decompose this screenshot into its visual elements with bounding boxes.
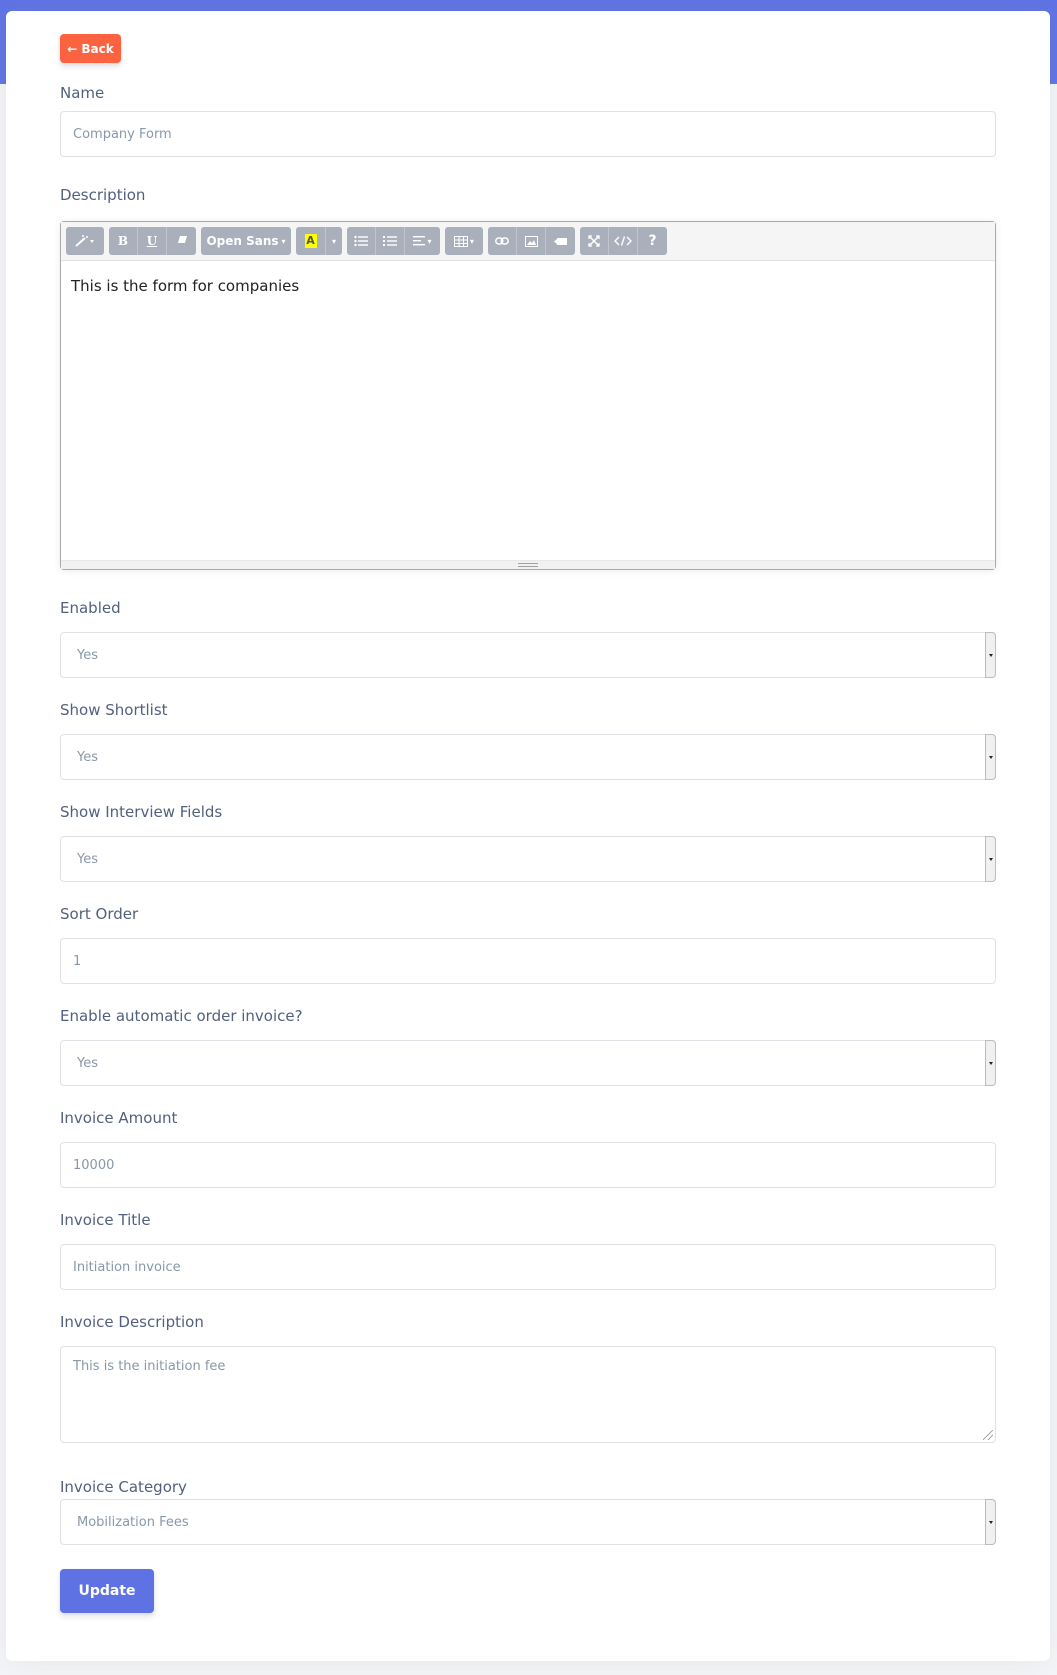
- invoice-category-select[interactable]: Mobilization Fees: [60, 1499, 996, 1545]
- bullet-list-icon: [354, 235, 368, 247]
- bold-button[interactable]: B: [109, 227, 138, 255]
- table-icon: [453, 235, 468, 247]
- caret-down-icon: [985, 734, 996, 780]
- highlight-dropdown[interactable]: ▾: [326, 227, 342, 255]
- arrow-left-icon: ←: [67, 41, 78, 56]
- unordered-list-button[interactable]: [347, 227, 376, 255]
- invoice-description-textarea[interactable]: This is the initiation fee: [60, 1346, 996, 1443]
- caret-down-icon: [985, 836, 996, 882]
- caret-down-icon: [985, 1499, 996, 1545]
- editor-toolbar: B U Open Sans ▾ A ▾ ▾ ▾ ?: [61, 222, 995, 261]
- enabled-selected-value: Yes: [77, 647, 98, 663]
- font-family-dropdown[interactable]: Open Sans ▾: [201, 227, 291, 255]
- show-shortlist-selected-value: Yes: [77, 749, 98, 765]
- name-input-value: Company Form: [73, 126, 172, 142]
- paragraph-align-dropdown[interactable]: ▾: [405, 227, 440, 255]
- auto-invoice-label: Enable automatic order invoice?: [60, 1007, 303, 1025]
- show-interview-fields-select[interactable]: Yes: [60, 836, 996, 882]
- align-left-icon: [413, 236, 426, 246]
- highlight-button[interactable]: A: [296, 227, 326, 255]
- editor-resize-handle[interactable]: [61, 560, 995, 569]
- auto-invoice-selected-value: Yes: [77, 1055, 98, 1071]
- caret-down-icon: ▾: [331, 236, 336, 246]
- underline-button[interactable]: U: [138, 227, 167, 255]
- numbered-list-icon: [383, 236, 397, 246]
- form-card: ← Back Name Company Form Description B U…: [6, 11, 1050, 1661]
- enabled-label: Enabled: [60, 599, 121, 617]
- description-label: Description: [60, 186, 146, 204]
- sort-order-value: 1: [73, 953, 82, 969]
- fullscreen-button[interactable]: [580, 227, 609, 255]
- caret-down-icon: ▾: [469, 236, 474, 246]
- highlight-icon: A: [304, 234, 317, 248]
- show-interview-fields-label: Show Interview Fields: [60, 803, 223, 821]
- sort-order-label: Sort Order: [60, 905, 139, 923]
- back-button[interactable]: ← Back: [60, 34, 121, 63]
- picture-icon: [524, 235, 538, 247]
- invoice-description-value: This is the initiation fee: [73, 1359, 226, 1374]
- description-editor-content[interactable]: This is the form for companies: [61, 261, 995, 561]
- ordered-list-button[interactable]: [376, 227, 405, 255]
- show-interview-fields-selected-value: Yes: [77, 851, 98, 867]
- eraser-icon: [176, 236, 187, 246]
- invoice-category-selected-value: Mobilization Fees: [77, 1514, 189, 1530]
- insert-link-button[interactable]: [488, 227, 517, 255]
- invoice-amount-value: 10000: [73, 1157, 115, 1173]
- magic-wand-icon: [75, 235, 94, 247]
- style-magic-button[interactable]: [66, 227, 104, 255]
- underline-button-label: U: [146, 234, 158, 248]
- description-content-text: This is the form for companies: [71, 277, 300, 295]
- invoice-amount-input[interactable]: 10000: [60, 1142, 996, 1188]
- name-input[interactable]: Company Form: [60, 111, 996, 157]
- link-icon: [495, 237, 509, 245]
- caret-down-icon: [985, 632, 996, 678]
- auto-invoice-select[interactable]: Yes: [60, 1040, 996, 1086]
- code-icon: [614, 236, 632, 246]
- enabled-select[interactable]: Yes: [60, 632, 996, 678]
- back-button-label: Back: [81, 41, 114, 56]
- show-shortlist-label: Show Shortlist: [60, 701, 168, 719]
- invoice-category-label: Invoice Category: [60, 1478, 187, 1496]
- sort-order-input[interactable]: 1: [60, 938, 996, 984]
- show-shortlist-select[interactable]: Yes: [60, 734, 996, 780]
- caret-down-icon: [985, 1040, 996, 1086]
- invoice-title-label: Invoice Title: [60, 1211, 151, 1229]
- bold-button-label: B: [117, 234, 129, 248]
- update-button[interactable]: Update: [60, 1569, 154, 1613]
- expand-icon: [588, 235, 600, 247]
- caret-down-icon: ▾: [281, 236, 286, 246]
- invoice-title-input[interactable]: Initiation invoice: [60, 1244, 996, 1290]
- name-label: Name: [60, 84, 105, 102]
- textarea-resize-icon[interactable]: [983, 1430, 993, 1440]
- insert-picture-button[interactable]: [517, 227, 546, 255]
- invoice-description-label: Invoice Description: [60, 1313, 204, 1331]
- video-icon: [554, 237, 567, 245]
- resize-grip-icon: [518, 563, 538, 567]
- caret-down-icon: ▾: [427, 236, 432, 246]
- clear-format-button[interactable]: [167, 227, 196, 255]
- invoice-title-value: Initiation invoice: [73, 1259, 181, 1275]
- help-button[interactable]: ?: [638, 227, 667, 255]
- help-icon: ?: [648, 233, 657, 249]
- font-family-label: Open Sans: [206, 234, 279, 248]
- table-dropdown[interactable]: ▾: [445, 227, 483, 255]
- description-editor: B U Open Sans ▾ A ▾ ▾ ▾ ? This is the fo…: [60, 221, 996, 570]
- insert-video-button[interactable]: [546, 227, 575, 255]
- code-view-button[interactable]: [609, 227, 638, 255]
- invoice-amount-label: Invoice Amount: [60, 1109, 178, 1127]
